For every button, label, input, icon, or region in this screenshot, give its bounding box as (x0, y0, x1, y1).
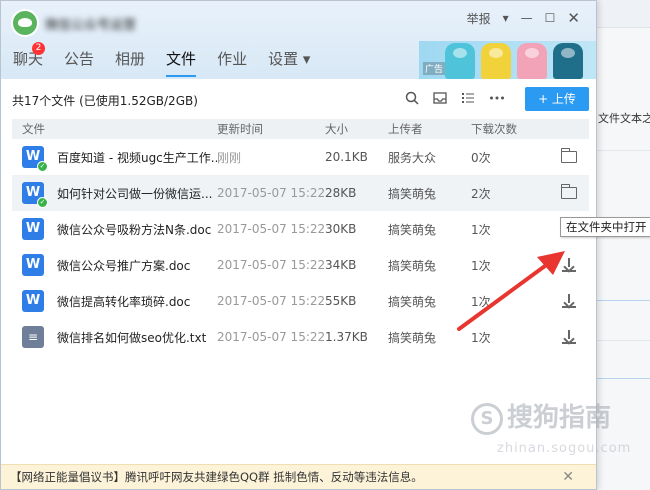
folder-icon[interactable] (560, 184, 577, 199)
check-icon: ✓ (37, 161, 48, 172)
nav-tabs: 聊天 2 公告 相册 文件 作业 设置 ▾ (13, 42, 331, 77)
file-time: 2017-05-07 15:22 (217, 258, 326, 272)
file-name: 微信提高转化率琐碎.doc (57, 294, 191, 309)
table-row[interactable]: W ✓ 如何针对公司做一份微信运... 2017-05-07 15:22 28KB… (12, 175, 589, 211)
report-link[interactable]: 举报 (467, 10, 491, 27)
tab-homework[interactable]: 作业 (217, 48, 247, 77)
ad-banner[interactable]: 广告 (419, 41, 596, 79)
text-file-icon: ≡ (22, 326, 44, 348)
ad-label: 广告 (423, 62, 446, 75)
word-file-icon: W ✓ (22, 146, 48, 172)
check-icon: ✓ (37, 197, 48, 208)
header-size[interactable]: 大小 (325, 121, 388, 137)
file-toolbar: 共17个文件 (已使用1.52GB/2GB) + 上传 (1, 79, 596, 119)
background-divider (596, 378, 650, 379)
jacket-image (481, 43, 511, 79)
file-downloads: 0次 (471, 150, 491, 165)
watermark-logo: S (471, 402, 503, 435)
watermark: S 搜狗指南 (471, 397, 611, 435)
file-name: 百度知道 - 视频ugc生产工作... (57, 150, 217, 165)
more-icon[interactable] (489, 91, 505, 109)
file-time: 2017-05-07 15:22 (217, 330, 326, 344)
search-icon[interactable] (405, 91, 419, 109)
table-header: 文件 更新时间 大小 上传者 下载次数 (12, 119, 589, 139)
jacket-image (517, 43, 547, 79)
notice-text[interactable]: 【网络正能量倡议书】腾讯呼吁网友共建绿色QQ群 抵制色情、反动等违法信息。 (10, 470, 423, 484)
file-downloads: 2次 (471, 186, 491, 201)
word-file-icon: W (22, 218, 44, 240)
title-bar: 微信公众号运营 举报 ▾ — ☐ ✕ 聊天 2 公告 相册 文件 作业 设置 ▾… (1, 1, 596, 79)
tab-chat[interactable]: 聊天 2 (13, 42, 45, 77)
chevron-down-icon[interactable]: ▾ (503, 11, 509, 25)
file-name: 微信排名如何做seo优化.txt (57, 330, 207, 345)
file-uploader[interactable]: 服务大众 (388, 149, 471, 166)
file-downloads: 1次 (471, 222, 491, 237)
file-time: 2017-05-07 15:22 (217, 222, 326, 236)
file-uploader[interactable]: 搞笑萌兔 (388, 221, 471, 238)
file-size: 55KB (325, 294, 357, 308)
header-name[interactable]: 文件 (12, 121, 217, 137)
file-size: 20.1KB (325, 150, 368, 164)
background-snippet: 文件文本之美 (598, 112, 650, 125)
file-name: 如何针对公司做一份微信运... (57, 186, 213, 201)
file-uploader[interactable]: 搞笑萌兔 (388, 185, 471, 202)
file-name: 微信公众号推广方案.doc (57, 258, 191, 273)
list-icon[interactable] (461, 91, 475, 109)
header-uploader[interactable]: 上传者 (388, 121, 471, 137)
word-file-icon: W ✓ (22, 182, 48, 208)
word-file-icon: W (22, 254, 44, 276)
maximize-icon[interactable]: ☐ (545, 11, 556, 25)
background-tab (596, 0, 650, 28)
header-time[interactable]: 更新时间 (217, 121, 325, 137)
background-divider (596, 150, 650, 151)
unread-badge: 2 (32, 42, 45, 55)
upload-button[interactable]: + 上传 (525, 87, 589, 111)
file-time: 刚刚 (217, 150, 242, 165)
table-row[interactable]: W ✓ 百度知道 - 视频ugc生产工作... 刚刚 20.1KB 服务大众 0次 (12, 139, 589, 175)
window-controls: 举报 ▾ — ☐ ✕ (467, 9, 580, 27)
close-icon[interactable]: ✕ (567, 9, 580, 27)
file-size: 28KB (325, 186, 357, 200)
notice-bar: 【网络正能量倡议书】腾讯呼吁网友共建绿色QQ群 抵制色情、反动等违法信息。 ✕ (1, 464, 596, 489)
background-divider (596, 340, 650, 341)
file-summary: 共17个文件 (已使用1.52GB/2GB) (12, 94, 198, 108)
jacket-image (553, 43, 583, 79)
watermark-url: zhinan.sogou.com (497, 441, 632, 456)
inbox-icon[interactable] (433, 91, 447, 109)
file-size: 34KB (325, 258, 357, 272)
background-divider (596, 300, 650, 301)
watermark-text: 搜狗指南 (507, 403, 612, 433)
file-time: 2017-05-07 15:22 (217, 294, 326, 308)
file-time: 2017-05-07 15:22 (217, 186, 326, 200)
tooltip: 在文件夹中打开 (560, 217, 650, 237)
tab-album[interactable]: 相册 (115, 48, 145, 77)
group-name: 微信公众号运营 (45, 18, 137, 33)
qq-group-window: 微信公众号运营 举报 ▾ — ☐ ✕ 聊天 2 公告 相册 文件 作业 设置 ▾… (0, 0, 650, 490)
tab-settings[interactable]: 设置 ▾ (268, 48, 310, 77)
word-file-icon: W (22, 290, 44, 312)
close-icon[interactable]: ✕ (562, 465, 574, 489)
jacket-image (445, 43, 475, 79)
toolbar-icons (405, 91, 505, 109)
file-name: 微信公众号吸粉方法N条.doc (57, 222, 212, 237)
file-size: 1.37KB (325, 330, 368, 344)
annotation-arrow (457, 251, 565, 331)
group-avatar[interactable] (11, 9, 39, 37)
header-downloads[interactable]: 下载次数 (471, 121, 549, 137)
tab-announcement[interactable]: 公告 (64, 48, 94, 77)
tab-files[interactable]: 文件 (166, 48, 197, 77)
folder-icon[interactable] (560, 148, 577, 163)
minimize-icon[interactable]: — (521, 11, 533, 25)
file-size: 30KB (325, 222, 357, 236)
